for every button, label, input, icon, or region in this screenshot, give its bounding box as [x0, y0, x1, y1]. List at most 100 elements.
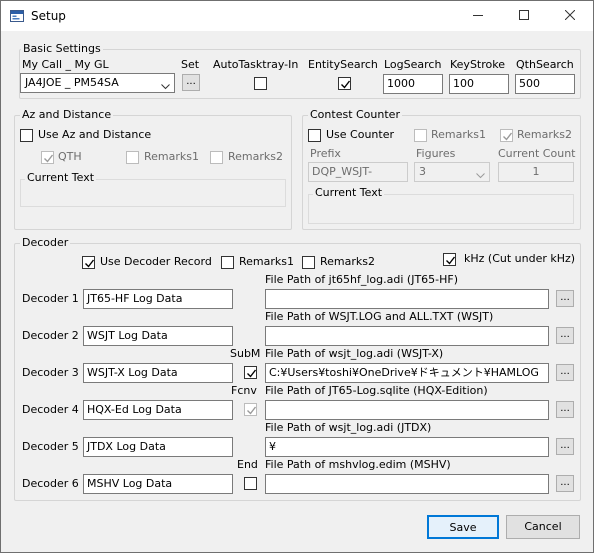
decoder-6-label: Decoder 6 [22, 477, 79, 490]
az-remarks2-label: Remarks2 [228, 150, 283, 163]
decoder-6-browse-button[interactable]: ... [556, 475, 574, 492]
maximize-icon [519, 9, 529, 23]
contest-current-text-label: Current Text [313, 186, 385, 199]
checkmark-icon [446, 256, 456, 265]
decoder-1-path-input[interactable] [265, 289, 549, 309]
use-decoder-record-checkbox[interactable] [82, 256, 95, 269]
decoder-3-option-checkbox[interactable] [244, 366, 257, 379]
logsearch-input[interactable]: 1000 [383, 74, 443, 94]
setup-window: Setup Basic Settings My Call _ My GL JA4… [0, 0, 594, 553]
close-icon [564, 9, 576, 23]
prefix-input[interactable]: DQP_WSJT- [308, 162, 408, 182]
window-title: Setup [31, 9, 66, 23]
entitysearch-label: EntitySearch [308, 58, 378, 71]
decoder-2-path-input[interactable] [265, 326, 549, 346]
save-button[interactable]: Save [427, 515, 499, 539]
checkmark-icon [341, 80, 351, 89]
checkmark-icon [503, 132, 513, 141]
decoder-4-path-input[interactable] [265, 400, 549, 420]
decoder-5-path-label: File Path of wsjt_log.adi (JTDX) [265, 421, 432, 434]
contest-remarks2-label: Remarks2 [517, 128, 572, 141]
keystroke-input[interactable]: 100 [449, 74, 509, 94]
decoder-1-name-input[interactable]: JT65-HF Log Data [83, 289, 233, 309]
khz-checkbox[interactable] [443, 253, 456, 266]
decoder-6-name-input[interactable]: MSHV Log Data [83, 474, 233, 494]
decoder-1-path-label: File Path of jt65hf_log.adi (JT65-HF) [265, 273, 459, 286]
maximize-button[interactable] [501, 1, 547, 31]
az-remarks1-checkbox[interactable] [126, 151, 139, 164]
decoder-2-path-label: File Path of WSJT.LOG and ALL.TXT (WSJT) [265, 310, 494, 323]
basic-settings-label: Basic Settings [21, 42, 103, 55]
decoder-4-path-label: File Path of JT65-Log.sqlite (HQX-Editio… [265, 384, 488, 397]
qthsearch-input[interactable]: 500 [515, 74, 575, 94]
use-counter-checkbox[interactable] [308, 129, 321, 142]
decoder-3-browse-button[interactable]: ... [556, 364, 574, 381]
figures-label: Figures [416, 147, 456, 160]
decoder-remarks1-label: Remarks1 [239, 255, 294, 268]
decoder-4-browse-button[interactable]: ... [556, 401, 574, 418]
decoder-1-label: Decoder 1 [22, 292, 79, 305]
checkmark-icon [247, 369, 257, 378]
decoder-3-option-label: SubM [230, 347, 261, 360]
decoder-4-option-label: Fcnv [231, 384, 257, 397]
az-current-text-label: Current Text [25, 171, 97, 184]
decoder-5-label: Decoder 5 [22, 440, 79, 453]
decoder-2-name-input[interactable]: WSJT Log Data [83, 326, 233, 346]
decoder-1-browse-button[interactable]: ... [556, 290, 574, 307]
decoder-5-path-input[interactable]: ¥ [265, 437, 549, 457]
decoder-5-name-input[interactable]: JTDX Log Data [83, 437, 233, 457]
decoder-2-browse-button[interactable]: ... [556, 327, 574, 344]
close-button[interactable] [547, 1, 593, 31]
minimize-button[interactable] [455, 1, 501, 31]
decoder-6-path-input[interactable] [265, 474, 549, 494]
figures-value: 3 [419, 165, 426, 178]
set-button[interactable]: ... [182, 74, 200, 91]
decoder-4-label: Decoder 4 [22, 403, 79, 416]
decoder-4-option-checkbox[interactable] [244, 403, 257, 416]
use-az-checkbox[interactable] [20, 129, 33, 142]
minimize-icon [473, 10, 483, 23]
chevron-down-icon [476, 169, 485, 183]
decoder-3-label: Decoder 3 [22, 366, 79, 379]
decoder-2-label: Decoder 2 [22, 329, 79, 342]
current-count-input: 1 [498, 162, 574, 182]
figures-select[interactable]: 3 [414, 162, 490, 182]
decoder-3-name-input[interactable]: WSJT-X Log Data [83, 363, 233, 383]
current-count-label: Current Count [498, 147, 576, 160]
contest-remarks2-checkbox[interactable] [500, 129, 513, 142]
decoder-3-path-label: File Path of wsjt_log.adi (WSJT-X) [265, 347, 444, 360]
contest-remarks1-checkbox[interactable] [414, 129, 427, 142]
mycall-select[interactable]: JA4JOE _ PM54SA [20, 73, 175, 93]
decoder-5-browse-button[interactable]: ... [556, 438, 574, 455]
az-remarks2-checkbox[interactable] [210, 151, 223, 164]
qthsearch-label: QthSearch [516, 58, 574, 71]
keystroke-label: KeyStroke [450, 58, 505, 71]
khz-label: kHz (Cut under kHz) [464, 252, 576, 265]
title-bar: Setup [1, 1, 593, 31]
mycall-value: JA4JOE _ PM54SA [25, 76, 119, 89]
qth-label: QTH [58, 150, 82, 163]
logsearch-label: LogSearch [384, 58, 442, 71]
decoder-remarks2-checkbox[interactable] [302, 256, 315, 269]
decoder-remarks2-label: Remarks2 [320, 255, 375, 268]
decoder-6-option-checkbox[interactable] [244, 477, 257, 490]
prefix-label: Prefix [310, 147, 341, 160]
qth-checkbox[interactable] [41, 151, 54, 164]
setup-app-icon [10, 9, 24, 23]
autotasktray-label: AutoTasktray-In [213, 58, 299, 71]
entitysearch-checkbox[interactable] [338, 77, 351, 90]
checkmark-icon [85, 259, 95, 268]
decoder-3-path-input[interactable]: C:¥Users¥toshi¥OneDrive¥ドキュメント¥HAMLOG [265, 363, 549, 383]
use-decoder-record-label: Use Decoder Record [100, 255, 212, 268]
use-az-label: Use Az and Distance [38, 128, 152, 141]
contest-counter-label: Contest Counter [308, 108, 402, 121]
set-label: Set [181, 58, 200, 71]
decoder-remarks1-checkbox[interactable] [221, 256, 234, 269]
decoder-label: Decoder [20, 236, 71, 249]
cancel-button[interactable]: Cancel [506, 515, 580, 539]
decoder-6-path-label: File Path of mshvlog.edim (MSHV) [265, 458, 451, 471]
decoder-4-name-input[interactable]: HQX-Ed Log Data [83, 400, 233, 420]
az-remarks1-label: Remarks1 [144, 150, 199, 163]
autotasktray-checkbox[interactable] [254, 77, 267, 90]
az-distance-label: Az and Distance [20, 108, 114, 121]
